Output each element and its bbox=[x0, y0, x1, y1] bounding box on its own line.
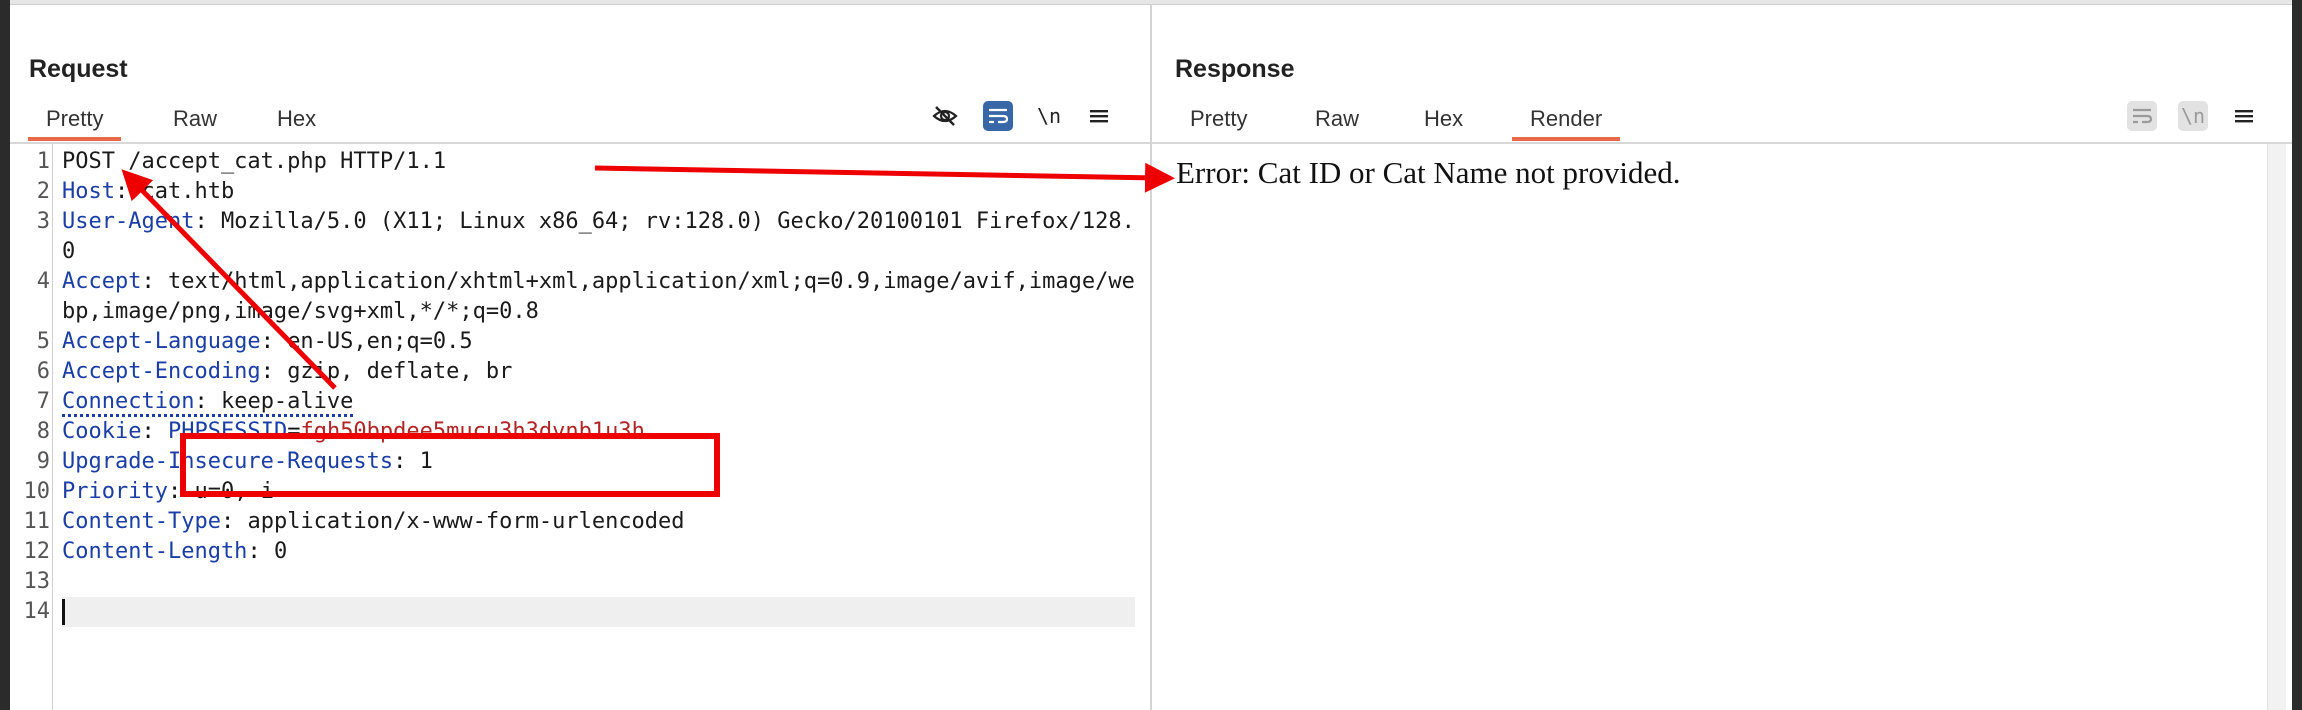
response-tab-hex[interactable]: Hex bbox=[1406, 97, 1481, 140]
header-name: Content-Length bbox=[62, 539, 248, 564]
request-tab-hex[interactable]: Hex bbox=[259, 97, 334, 140]
request-editor[interactable]: 1 POST /accept_cat.php HTTP/1.1 2 Host: ca… bbox=[10, 144, 1150, 710]
window-right-edge bbox=[2292, 0, 2302, 710]
response-render-text: Error: Cat ID or Cat Name not provided. bbox=[1176, 155, 1681, 190]
line-number: 2 bbox=[36, 179, 50, 204]
line-number: 7 bbox=[36, 389, 50, 414]
line-number: 8 bbox=[36, 419, 50, 444]
code-line: 5 Accept-Language: en-US,en;q=0.5 bbox=[37, 327, 1135, 357]
header-value: Mozilla/5.0 (X11; Linux x86_64; rv:128.0… bbox=[62, 209, 1135, 264]
code-line: 7 Connection: keep-alive bbox=[37, 387, 1135, 417]
line-number: 4 bbox=[36, 269, 50, 294]
header-name: User-Agent bbox=[62, 209, 195, 234]
code-line: 11 Content-Type: application/x-www-form-u… bbox=[24, 507, 1135, 537]
header-separator: : bbox=[141, 419, 168, 444]
newline-toggle[interactable]: \n bbox=[2178, 101, 2208, 131]
header-value: en-US,en;q=0.5 bbox=[287, 329, 473, 354]
line-number: 13 bbox=[23, 569, 51, 594]
code-line: 3 User-Agent: Mozilla/5.0 (X11; Linux x86… bbox=[37, 207, 1135, 267]
line-number: 9 bbox=[36, 449, 50, 474]
window-left-edge bbox=[0, 0, 10, 710]
code-line-current[interactable]: 14 bbox=[24, 597, 1135, 627]
header-separator: : bbox=[114, 179, 142, 204]
request-line: POST /accept_cat.php HTTP/1.1 bbox=[62, 149, 447, 174]
code-line: 12 Content-Length: 0 bbox=[24, 537, 1135, 567]
response-tab-pretty[interactable]: Pretty bbox=[1172, 97, 1265, 140]
header-value: keep-alive bbox=[220, 389, 354, 414]
line-number: 10 bbox=[23, 479, 51, 504]
header-separator: : bbox=[260, 359, 288, 384]
header-name: Priority bbox=[62, 479, 168, 504]
line-number: 5 bbox=[36, 329, 50, 354]
header-value: cat.htb bbox=[141, 179, 235, 204]
response-tab-raw[interactable]: Raw bbox=[1297, 97, 1377, 140]
header-value: application/x-www-form-urlencoded bbox=[247, 509, 685, 534]
wrap-icon[interactable] bbox=[2127, 101, 2157, 131]
line-number: 14 bbox=[23, 599, 51, 624]
header-separator: : bbox=[194, 389, 221, 414]
header-separator: : bbox=[260, 329, 288, 354]
code-line: 13 bbox=[24, 567, 1135, 597]
line-number: 3 bbox=[36, 209, 50, 234]
request-title: Request bbox=[29, 55, 128, 83]
wrap-icon[interactable] bbox=[983, 101, 1013, 131]
request-tab-pretty[interactable]: Pretty bbox=[28, 97, 122, 141]
header-name: Content-Type bbox=[62, 509, 221, 534]
text-caret bbox=[62, 599, 65, 625]
response-title: Response bbox=[1175, 55, 1295, 83]
menu-icon[interactable] bbox=[2229, 101, 2259, 131]
header-separator: : bbox=[220, 509, 248, 534]
menu-icon[interactable] bbox=[1084, 101, 1114, 131]
header-name: Accept bbox=[62, 269, 142, 294]
response-tab-render[interactable]: Render bbox=[1512, 97, 1621, 141]
header-separator: : bbox=[247, 539, 274, 564]
line-number: 12 bbox=[23, 539, 51, 564]
line-number: 6 bbox=[36, 359, 50, 384]
header-value: text/html,application/xhtml+xml,applicat… bbox=[62, 269, 1135, 324]
request-code[interactable]: 1 POST /accept_cat.php HTTP/1.1 2 Host: ca… bbox=[24, 147, 1135, 627]
newline-toggle[interactable]: \n bbox=[1034, 101, 1064, 131]
header-separator: : bbox=[194, 209, 221, 234]
line-number: 11 bbox=[23, 509, 51, 534]
header-name: Cookie bbox=[62, 419, 142, 444]
header-value: 0 bbox=[273, 539, 288, 564]
request-panel: Request Pretty Raw Hex \n 1 POST /accept_… bbox=[10, 5, 1152, 710]
response-scrollbar[interactable] bbox=[2267, 144, 2286, 710]
request-tabbar: Pretty Raw Hex bbox=[10, 97, 1150, 144]
code-line: 4 Accept: text/html,application/xhtml+xml… bbox=[37, 267, 1135, 327]
eye-off-icon[interactable] bbox=[930, 101, 960, 131]
line-number: 1 bbox=[36, 149, 50, 174]
response-tabbar: Pretty Raw Hex Render bbox=[1152, 97, 2292, 144]
header-name: Accept-Language bbox=[62, 329, 261, 354]
header-value: gzip, deflate, br bbox=[287, 359, 513, 384]
request-tab-raw[interactable]: Raw bbox=[155, 97, 235, 140]
code-line: 2 Host: cat.htb bbox=[37, 177, 1135, 207]
code-line: 6 Accept-Encoding: gzip, deflate, br bbox=[37, 357, 1135, 387]
annotation-highlight-box bbox=[180, 433, 720, 497]
response-panel: Response Pretty Raw Hex Render \n Error:… bbox=[1152, 5, 2292, 710]
header-name: Host bbox=[62, 179, 115, 204]
code-line: 1 POST /accept_cat.php HTTP/1.1 bbox=[37, 147, 1135, 177]
header-name: Connection bbox=[62, 389, 195, 414]
header-separator: : bbox=[141, 269, 168, 294]
header-name: Accept-Encoding bbox=[62, 359, 261, 384]
